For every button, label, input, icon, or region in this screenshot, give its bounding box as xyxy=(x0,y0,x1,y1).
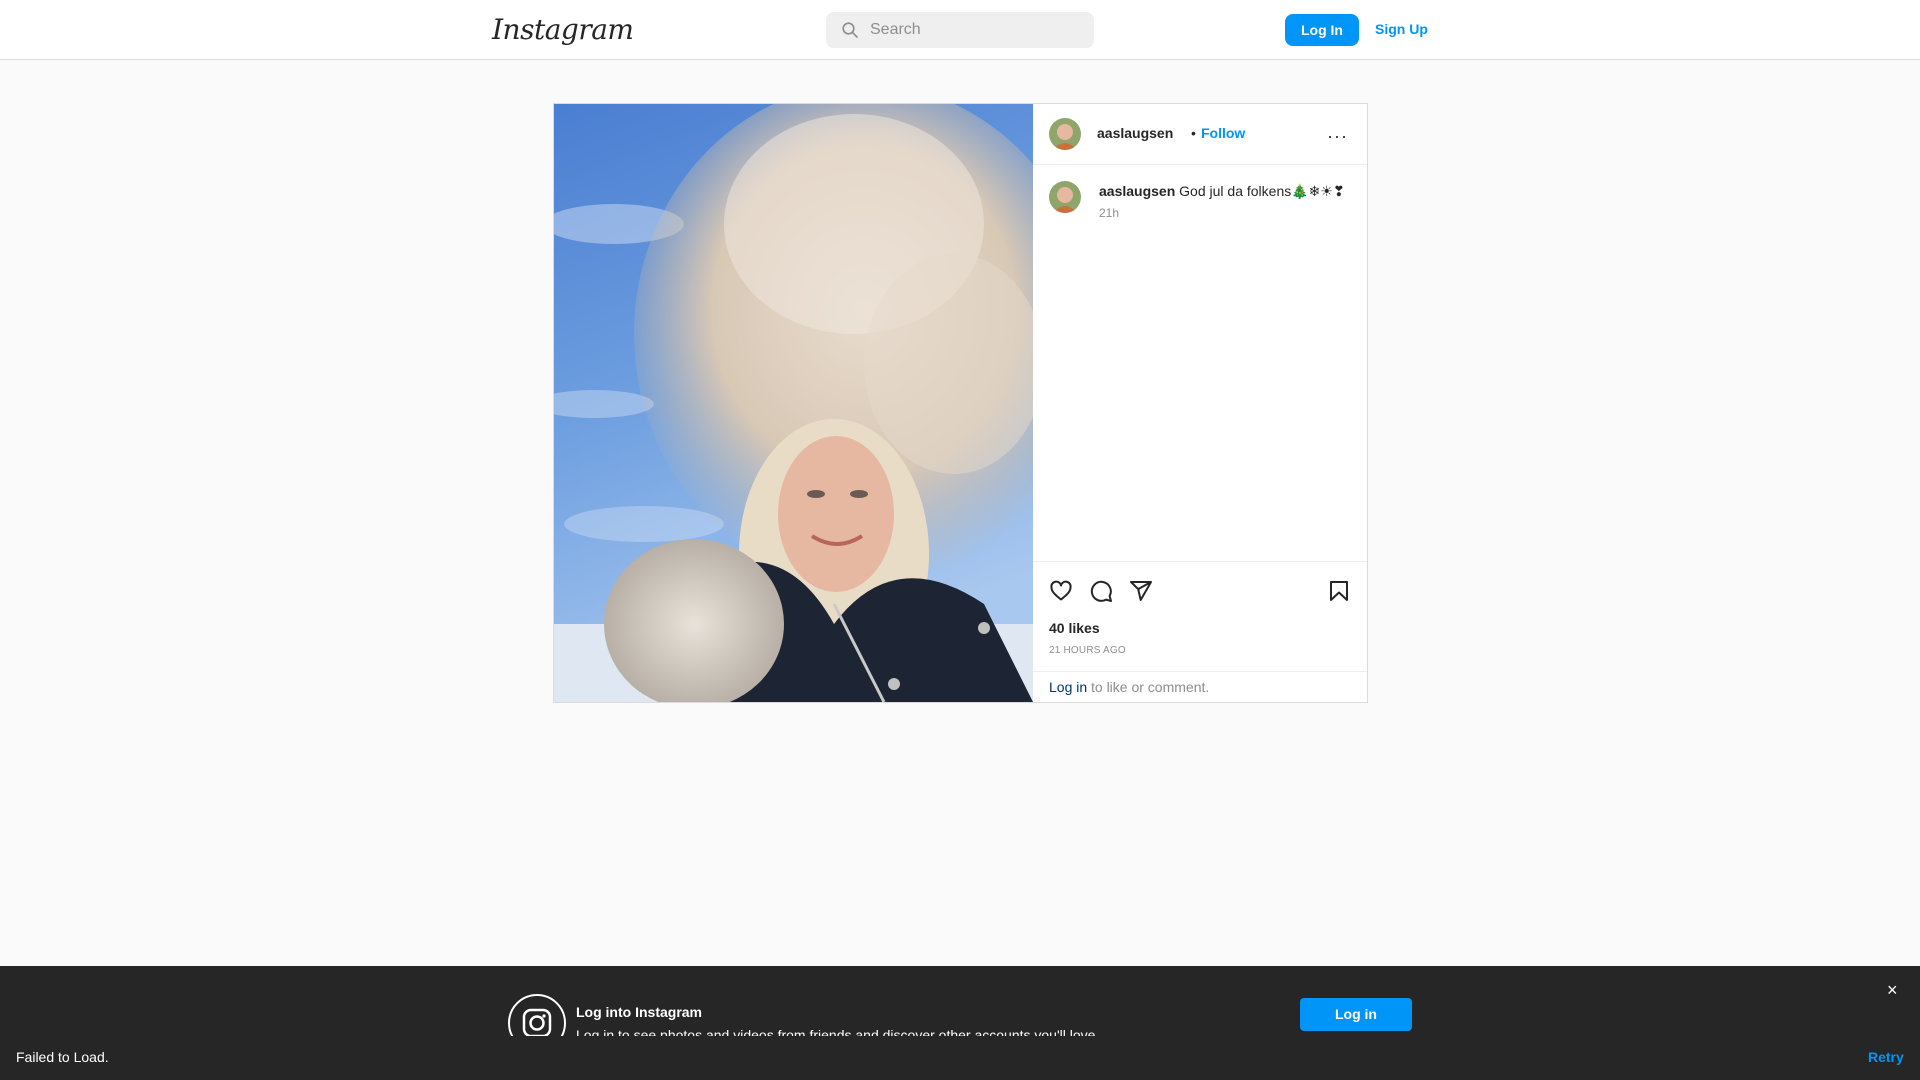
login-link[interactable]: Log in xyxy=(1049,679,1087,695)
instagram-logo[interactable]: Instagram xyxy=(492,13,634,46)
login-button[interactable]: Log In xyxy=(1285,14,1359,46)
post-photo[interactable] xyxy=(554,104,1033,702)
banner-title: Log into Instagram xyxy=(576,1004,702,1020)
avatar[interactable] xyxy=(1049,118,1081,150)
caption-avatar[interactable] xyxy=(1049,181,1081,213)
login-prompt-text: to like or comment. xyxy=(1091,679,1210,695)
avatar-image xyxy=(1049,118,1081,150)
post-image xyxy=(554,104,1033,702)
banner-login-button[interactable]: Log in xyxy=(1300,998,1412,1031)
comment-icon[interactable] xyxy=(1089,579,1113,603)
signup-link[interactable]: Sign Up xyxy=(1375,21,1428,37)
post-time: 21 HOURS AGO xyxy=(1049,645,1126,656)
more-options-icon[interactable]: ··· xyxy=(1327,126,1348,147)
top-nav: Instagram Search Log In Sign Up xyxy=(0,0,1920,60)
likes-count[interactable]: 40 likes xyxy=(1049,620,1100,636)
post-header: aaslaugsen • Follow ··· xyxy=(1033,104,1367,165)
post-sidebar: aaslaugsen • Follow ··· aaslaugsen God j… xyxy=(1033,104,1367,702)
retry-button[interactable]: Retry xyxy=(1868,1049,1904,1065)
post-actions: 40 likes 21 HOURS AGO xyxy=(1033,561,1367,681)
search-icon xyxy=(842,22,858,38)
avatar-image xyxy=(1049,181,1081,213)
bookmark-icon[interactable] xyxy=(1327,579,1351,603)
search-input[interactable]: Search xyxy=(826,12,1094,48)
follow-button[interactable]: Follow xyxy=(1201,125,1245,141)
post-caption: aaslaugsen God jul da folkens🎄❄☀❣ xyxy=(1099,183,1349,200)
error-toast: Failed to Load. Retry xyxy=(0,1036,1920,1080)
toast-message: Failed to Load. xyxy=(16,1049,109,1065)
caption-text: God jul da folkens🎄❄☀❣ xyxy=(1179,183,1345,199)
close-icon[interactable]: × xyxy=(1887,980,1898,1001)
post-card: aaslaugsen • Follow ··· aaslaugsen God j… xyxy=(553,103,1368,703)
login-prompt: Log in to like or comment. xyxy=(1033,671,1367,702)
caption-time: 21h xyxy=(1099,206,1120,220)
search-placeholder: Search xyxy=(870,21,921,38)
separator-dot: • xyxy=(1191,125,1196,141)
heart-icon[interactable] xyxy=(1049,579,1073,603)
share-icon[interactable] xyxy=(1129,579,1153,603)
post-username[interactable]: aaslaugsen xyxy=(1097,125,1173,141)
login-banner: Log into Instagram Log in to see photos … xyxy=(0,966,1920,1052)
caption-username[interactable]: aaslaugsen xyxy=(1099,183,1175,199)
